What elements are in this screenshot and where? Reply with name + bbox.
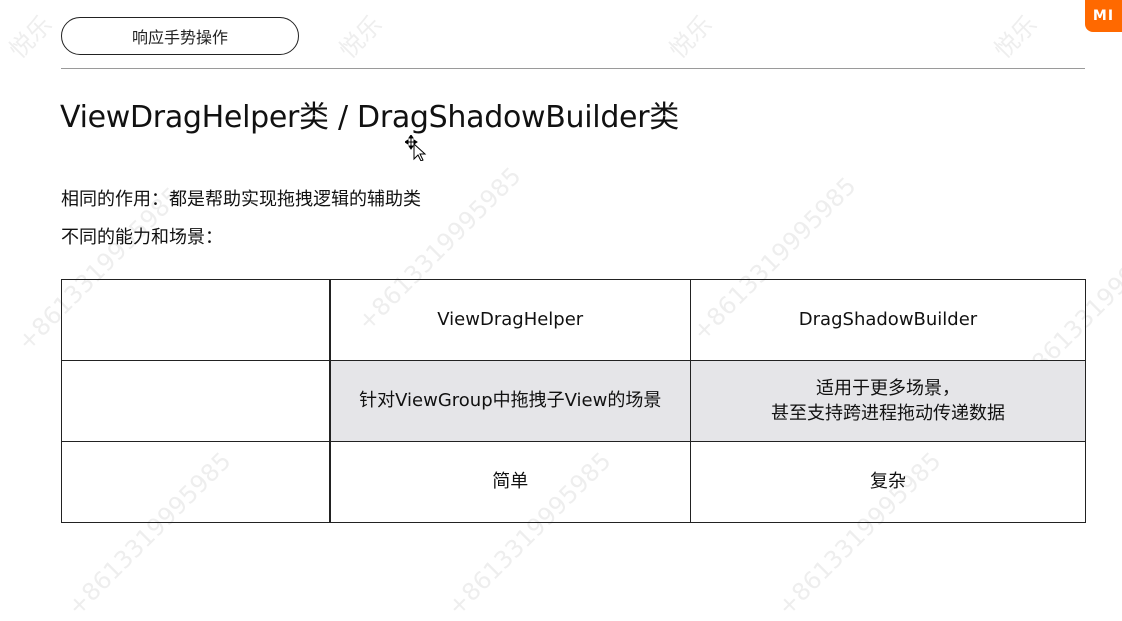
- differences-intro-text: 不同的能力和场景：: [61, 227, 223, 248]
- table-row: 针对ViewGroup中拖拽子View的场景 适用于更多场景， 甚至支持跨进程拖…: [61, 360, 1086, 442]
- table-header-dragshadowbuilder: DragShadowBuilder: [690, 279, 1086, 361]
- cell-line: 适用于更多场景，: [816, 377, 960, 399]
- watermark: 悦乐: [333, 10, 388, 65]
- table-row-label: [61, 441, 331, 523]
- table-cell: 简单: [329, 441, 691, 523]
- section-pill: 响应手势操作: [61, 17, 299, 55]
- watermark: 悦乐: [3, 10, 58, 65]
- table-row-label: [61, 360, 331, 442]
- table-cell: 适用于更多场景， 甚至支持跨进程拖动传递数据: [690, 360, 1086, 442]
- brand-logo: MI: [1085, 0, 1122, 32]
- table-header-empty: [61, 279, 331, 361]
- header-divider: [61, 68, 1085, 69]
- watermark: 悦乐: [988, 10, 1043, 65]
- table-row: 简单 复杂: [61, 441, 1086, 523]
- table-header-viewdraghelper: ViewDragHelper: [329, 279, 691, 361]
- table-cell: 针对ViewGroup中拖拽子View的场景: [329, 360, 691, 442]
- common-purpose-text: 相同的作用：都是帮助实现拖拽逻辑的辅助类: [61, 189, 421, 210]
- table-cell: 复杂: [690, 441, 1086, 523]
- comparison-table: ViewDragHelper DragShadowBuilder 针对ViewG…: [61, 279, 1086, 523]
- table-header-row: ViewDragHelper DragShadowBuilder: [61, 279, 1086, 361]
- cell-line: 甚至支持跨进程拖动传递数据: [771, 403, 1005, 424]
- move-cursor-icon: [405, 135, 427, 161]
- watermark: 悦乐: [663, 10, 718, 65]
- page-title: ViewDragHelper类 / DragShadowBuilder类: [60, 100, 679, 135]
